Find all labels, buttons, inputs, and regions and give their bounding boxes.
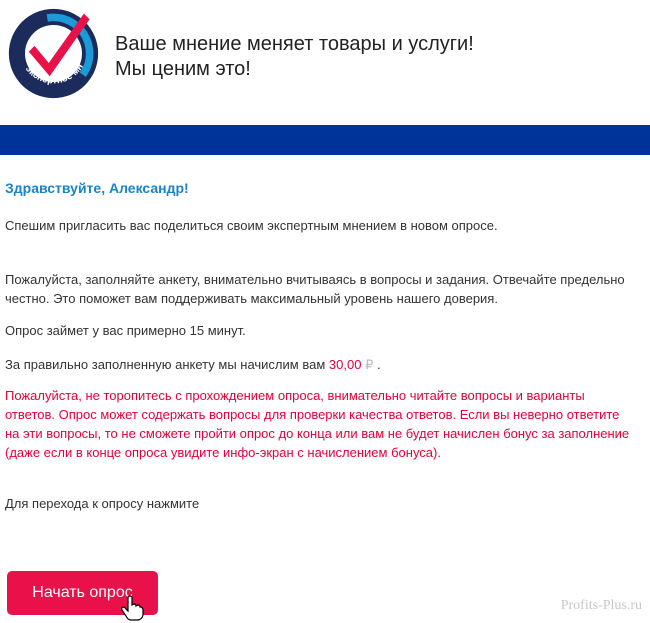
reward-amount: 30,00 <box>328 357 362 372</box>
watermark: Profits-Plus.ru <box>560 598 642 613</box>
invite-text: Спешим пригласить вас поделиться своим э… <box>5 218 498 233</box>
instructions-text: Пожалуйста, заполняйте анкету, вниматель… <box>5 272 625 306</box>
reward-suffix: . <box>376 357 381 372</box>
email-header: экспертное мнение Ваше мнение меняет тов… <box>0 0 650 125</box>
cta-text: Для перехода к опросу нажмите <box>5 496 200 511</box>
duration-text: Опрос займет у вас примерно 15 минут. <box>5 323 246 338</box>
reward-text: За правильно заполненную анкету мы начис… <box>5 355 630 374</box>
tagline: Ваше мнение меняет товары и услуги! Мы ц… <box>115 32 474 82</box>
hand-cursor-icon <box>121 595 144 621</box>
email-body: Здравствуйте, Александр! Спешим пригласи… <box>5 170 630 513</box>
warning-text: Пожалуйста, не торопитесь с прохождением… <box>5 388 630 460</box>
reward-currency: ₽ <box>365 357 374 372</box>
tagline-line-2: Мы ценим это! <box>115 58 251 80</box>
greeting: Здравствуйте, Александр! <box>5 180 189 196</box>
brand-bar <box>0 125 650 155</box>
reward-prefix: За правильно заполненную анкету мы начис… <box>5 357 326 372</box>
expert-opinion-logo: экспертное мнение <box>6 6 99 99</box>
tagline-line-1: Ваше мнение меняет товары и услуги! <box>115 33 474 55</box>
